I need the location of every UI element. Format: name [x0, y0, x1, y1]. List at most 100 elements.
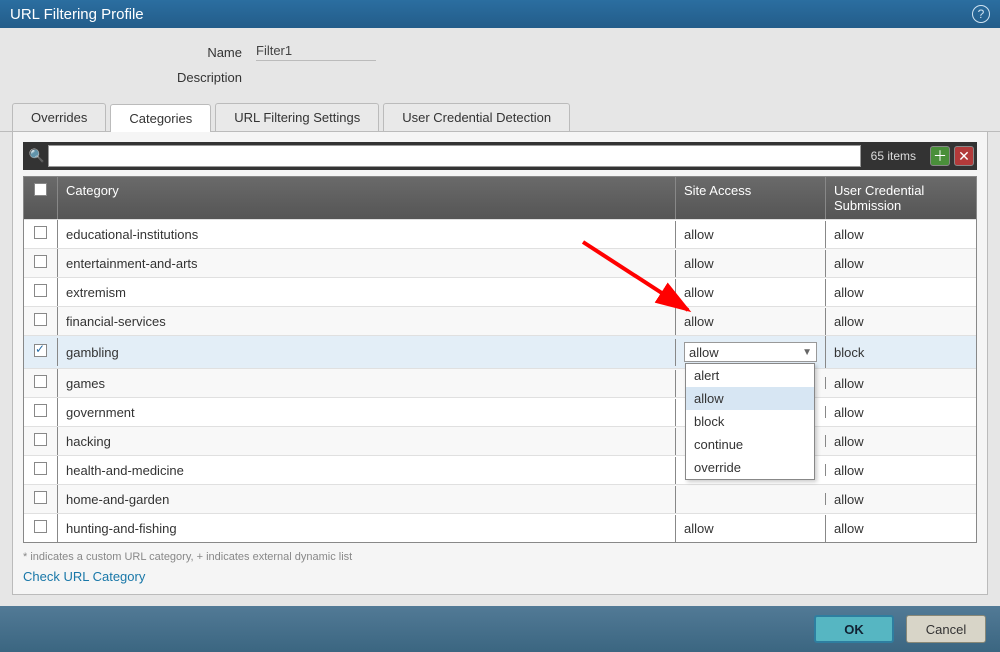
table-body: educational-institutionsallowallowentert…	[24, 219, 976, 542]
table-row[interactable]: home-and-gardenallow	[24, 484, 976, 513]
table-row[interactable]: extremismallowallow	[24, 277, 976, 306]
row-checkbox[interactable]	[24, 398, 58, 426]
footnote: * indicates a custom URL category, + ind…	[23, 551, 977, 563]
description-label: Description	[20, 70, 250, 85]
header-user-credential[interactable]: User Credential Submission	[826, 177, 976, 219]
row-checkbox[interactable]	[24, 456, 58, 484]
tabs: Overrides Categories URL Filtering Setti…	[0, 103, 1000, 132]
delete-button[interactable]: ✕	[954, 146, 974, 166]
search-input[interactable]	[48, 145, 861, 167]
name-value: Filter1	[256, 43, 376, 61]
row-checkbox[interactable]	[24, 220, 58, 248]
table-row[interactable]: games allow	[24, 368, 976, 397]
table-row[interactable]: gamblingallow▼alertallowblockcontinueove…	[24, 335, 976, 368]
header-site-access[interactable]: Site Access	[676, 177, 826, 219]
description-row: Description	[20, 70, 980, 85]
user-credential-cell[interactable]: block	[826, 339, 976, 366]
table-row[interactable]: educational-institutionsallowallow	[24, 219, 976, 248]
category-cell: government	[58, 399, 676, 426]
dropdown-option[interactable]: allow	[686, 387, 814, 410]
chevron-down-icon: ▼	[802, 347, 812, 358]
category-cell: hacking	[58, 428, 676, 455]
site-access-cell[interactable]: allow	[676, 308, 826, 335]
table-row[interactable]: hacking allow	[24, 426, 976, 455]
user-credential-cell[interactable]: allow	[826, 457, 976, 484]
header-category[interactable]: Category	[58, 177, 676, 219]
user-credential-cell[interactable]: allow	[826, 486, 976, 513]
site-access-cell[interactable]	[676, 493, 826, 505]
name-field[interactable]: Filter1	[250, 40, 980, 64]
categories-table: Category Site Access User Credential Sub…	[23, 176, 977, 543]
dropdown-option[interactable]: continue	[686, 433, 814, 456]
checkbox-icon	[34, 226, 47, 239]
description-field[interactable]	[250, 75, 980, 81]
name-row: Name Filter1	[20, 40, 980, 64]
site-access-cell[interactable]: allow▼alertallowblockcontinueoverride	[676, 336, 826, 368]
help-icon[interactable]: ?	[972, 5, 990, 23]
dialog-title: URL Filtering Profile	[10, 6, 144, 23]
checkbox-icon	[34, 344, 47, 357]
row-checkbox[interactable]	[24, 485, 58, 513]
category-cell: entertainment-and-arts	[58, 250, 676, 277]
user-credential-cell[interactable]: allow	[826, 279, 976, 306]
table-header: Category Site Access User Credential Sub…	[24, 177, 976, 219]
check-url-category-link[interactable]: Check URL Category	[23, 569, 145, 584]
category-cell: health-and-medicine	[58, 457, 676, 484]
user-credential-cell[interactable]: allow	[826, 428, 976, 455]
row-checkbox[interactable]	[24, 338, 58, 366]
site-access-cell[interactable]: allow	[676, 279, 826, 306]
table-row[interactable]: entertainment-and-artsallowallow	[24, 248, 976, 277]
user-credential-cell[interactable]: allow	[826, 515, 976, 542]
header-checkbox[interactable]	[24, 177, 58, 219]
search-toolbar: 🔍 65 items ＋ ✕	[23, 142, 977, 170]
checkbox-icon	[34, 462, 47, 475]
cancel-button[interactable]: Cancel	[906, 615, 986, 643]
checkbox-icon	[34, 404, 47, 417]
dropdown-value: allow	[689, 345, 719, 360]
table-row[interactable]: government allow	[24, 397, 976, 426]
row-checkbox[interactable]	[24, 369, 58, 397]
add-button[interactable]: ＋	[930, 146, 950, 166]
category-cell: extremism	[58, 279, 676, 306]
user-credential-cell[interactable]: allow	[826, 399, 976, 426]
row-checkbox[interactable]	[24, 427, 58, 455]
name-label: Name	[20, 45, 250, 60]
site-access-cell[interactable]: allow	[676, 221, 826, 248]
checkbox-icon	[34, 491, 47, 504]
checkbox-icon	[34, 433, 47, 446]
site-access-dropdown[interactable]: allow▼alertallowblockcontinueoverride	[684, 342, 817, 362]
checkbox-icon	[34, 284, 47, 297]
dropdown-option[interactable]: override	[686, 456, 814, 479]
site-access-cell[interactable]: allow	[676, 515, 826, 542]
dropdown-option[interactable]: alert	[686, 364, 814, 387]
table-row[interactable]: health-and-medicine allow	[24, 455, 976, 484]
tab-user-credential-detection[interactable]: User Credential Detection	[383, 103, 570, 131]
checkbox-icon	[34, 520, 47, 533]
row-checkbox[interactable]	[24, 514, 58, 542]
row-checkbox[interactable]	[24, 278, 58, 306]
checkbox-icon	[34, 375, 47, 388]
category-cell: gambling	[58, 339, 676, 366]
user-credential-cell[interactable]: allow	[826, 250, 976, 277]
titlebar: URL Filtering Profile ?	[0, 0, 1000, 28]
tab-overrides[interactable]: Overrides	[12, 103, 106, 131]
checkbox-icon	[34, 183, 47, 196]
table-row[interactable]: hunting-and-fishingallowallow	[24, 513, 976, 542]
category-cell: educational-institutions	[58, 221, 676, 248]
category-cell: games	[58, 370, 676, 397]
site-access-cell[interactable]: allow	[676, 250, 826, 277]
dropdown-option[interactable]: block	[686, 410, 814, 433]
search-icon: 🔍	[26, 145, 48, 167]
user-credential-cell[interactable]: allow	[826, 370, 976, 397]
user-credential-cell[interactable]: allow	[826, 308, 976, 335]
row-checkbox[interactable]	[24, 249, 58, 277]
row-checkbox[interactable]	[24, 307, 58, 335]
tab-categories[interactable]: Categories	[110, 104, 211, 132]
checkbox-icon	[34, 313, 47, 326]
category-cell: financial-services	[58, 308, 676, 335]
table-row[interactable]: financial-servicesallowallow	[24, 306, 976, 335]
ok-button[interactable]: OK	[814, 615, 894, 643]
form-area: Name Filter1 Description	[0, 28, 1000, 97]
user-credential-cell[interactable]: allow	[826, 221, 976, 248]
tab-url-filtering-settings[interactable]: URL Filtering Settings	[215, 103, 379, 131]
